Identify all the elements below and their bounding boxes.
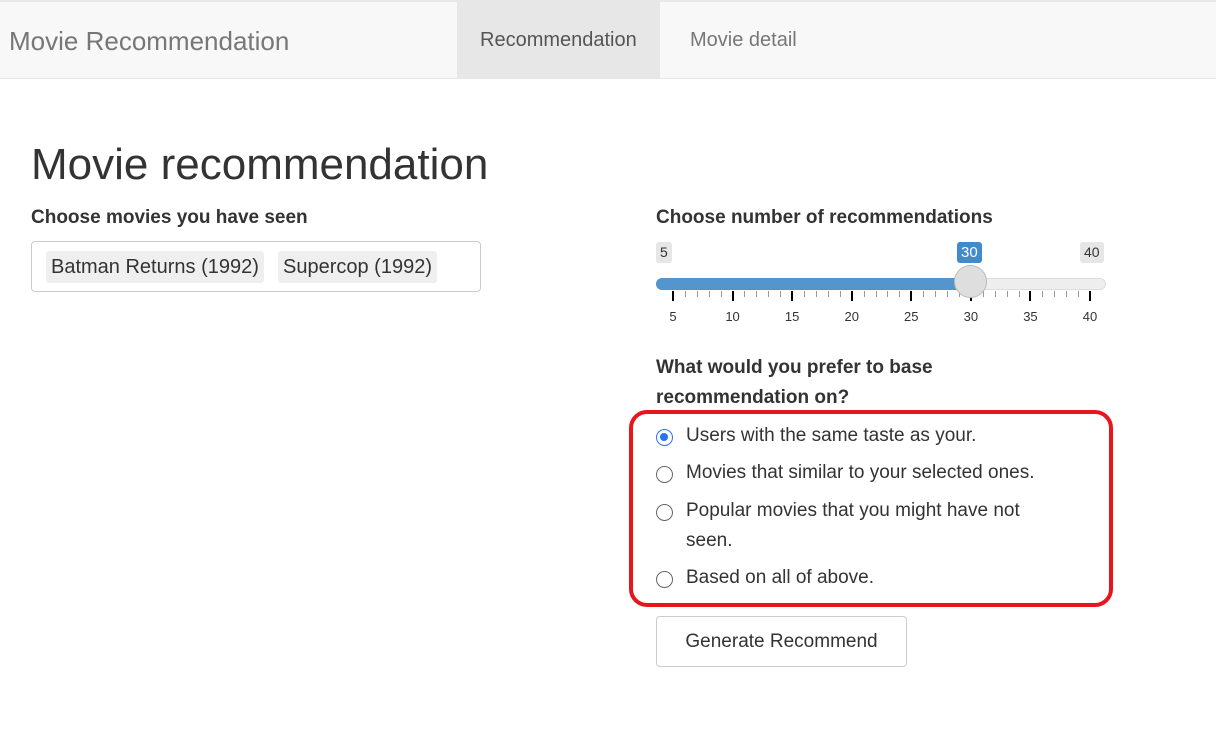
slider-major-tick	[1089, 291, 1091, 301]
slider-minor-tick	[1054, 291, 1056, 297]
slider-major-tick	[672, 291, 674, 301]
slider-tick-label: 5	[669, 309, 677, 324]
slider-minor-tick	[1042, 291, 1044, 297]
slider-min-label: 5	[656, 242, 672, 263]
slider-minor-tick	[696, 291, 698, 297]
slider-minor-tick	[684, 291, 686, 297]
slider-minor-tick	[1066, 291, 1068, 297]
radio-option-label: Based on all of above.	[686, 563, 874, 593]
slider-tick-label: 20	[844, 309, 859, 324]
slider-minor-tick	[875, 291, 877, 297]
radio-option-label: Users with the same taste as your.	[686, 421, 976, 451]
slider-minor-tick	[899, 291, 901, 297]
slider-minor-tick	[1078, 291, 1080, 297]
slider-minor-tick	[720, 291, 722, 297]
slider-minor-tick	[1018, 291, 1020, 297]
slider-minor-tick	[947, 291, 949, 297]
basis-radio-option[interactable]: Movies that similar to your selected one…	[656, 462, 1035, 488]
radio-unchecked-icon[interactable]	[656, 466, 673, 483]
slider-minor-tick	[839, 291, 841, 297]
movies-select-input[interactable]: Batman Returns (1992) Supercop (1992)	[31, 241, 481, 292]
movies-label: Choose movies you have seen	[31, 207, 308, 228]
slider-minor-tick	[756, 291, 758, 297]
radio-label-line1: Movies that similar to your selected one…	[686, 462, 1035, 483]
basis-radio-option[interactable]: Popular movies that you might have not se…	[656, 500, 1020, 556]
slider-value-label: 30	[957, 242, 982, 263]
slider-minor-tick	[1006, 291, 1008, 297]
slider-major-tick	[910, 291, 913, 301]
radio-unchecked-icon[interactable]	[656, 571, 673, 588]
selected-movie-chip[interactable]: Supercop (1992)	[278, 251, 437, 283]
selected-movie-chip[interactable]: Batman Returns (1992)	[46, 251, 264, 283]
slider-tick-label: 15	[784, 309, 800, 324]
tab-movie-detail[interactable]: Movie detail	[667, 2, 820, 78]
slider-major-tick	[731, 291, 734, 301]
radio-option-label: Movies that similar to your selected one…	[686, 458, 1035, 488]
radio-checked-icon[interactable]	[656, 429, 673, 446]
basis-label-line2: recommendation on?	[656, 387, 850, 408]
slider-max-label: 40	[1080, 242, 1104, 263]
slider-handle[interactable]	[953, 265, 987, 298]
radio-unchecked-icon[interactable]	[656, 504, 673, 521]
slider-minor-tick	[923, 291, 925, 297]
navbar: Movie Recommendation Recommendation Movi…	[0, 0, 1216, 79]
navbar-brand[interactable]: Movie Recommendation	[9, 26, 289, 57]
slider-tick-label: 40	[1082, 309, 1098, 324]
slider-minor-tick	[708, 291, 710, 297]
slider-minor-tick	[935, 291, 937, 297]
slider-major-tick	[1029, 291, 1032, 301]
slider-minor-tick	[804, 291, 806, 297]
slider-minor-tick	[780, 291, 782, 297]
basis-radio-option[interactable]: Based on all of above.	[656, 567, 874, 593]
radio-label-line1: Popular movies that you might have not	[686, 500, 1020, 521]
radio-option-label: Popular movies that you might have not se…	[686, 496, 1020, 556]
basis-radio-option[interactable]: Users with the same taste as your.	[656, 425, 976, 451]
slider-minor-tick	[887, 291, 889, 297]
slider-minor-tick	[768, 291, 770, 297]
slider-minor-tick	[827, 291, 829, 297]
slider-tick-label: 25	[904, 309, 919, 324]
slider-tick-label: 35	[1023, 309, 1038, 324]
slider-minor-tick	[994, 291, 996, 297]
slider-label: Choose number of recommendations	[656, 207, 993, 228]
slider-major-tick	[850, 291, 853, 301]
radio-label-line2: seen.	[686, 530, 733, 551]
slider-minor-tick	[815, 291, 817, 297]
basis-label-line1: What would you prefer to base	[656, 357, 933, 378]
slider-major-tick	[791, 291, 794, 301]
slider-tick-label: 30	[963, 309, 979, 324]
page-title: Movie recommendation	[31, 140, 489, 189]
radio-label-line1: Users with the same taste as your.	[686, 425, 977, 446]
generate-recommend-button[interactable]: Generate Recommend	[656, 616, 907, 667]
radio-label-line1: Based on all of above.	[686, 567, 875, 588]
slider-fill	[656, 278, 971, 290]
tab-recommendation[interactable]: Recommendation	[457, 2, 660, 78]
slider-minor-tick	[863, 291, 865, 297]
slider-tick-label: 10	[725, 309, 740, 324]
slider-minor-tick	[744, 291, 746, 297]
